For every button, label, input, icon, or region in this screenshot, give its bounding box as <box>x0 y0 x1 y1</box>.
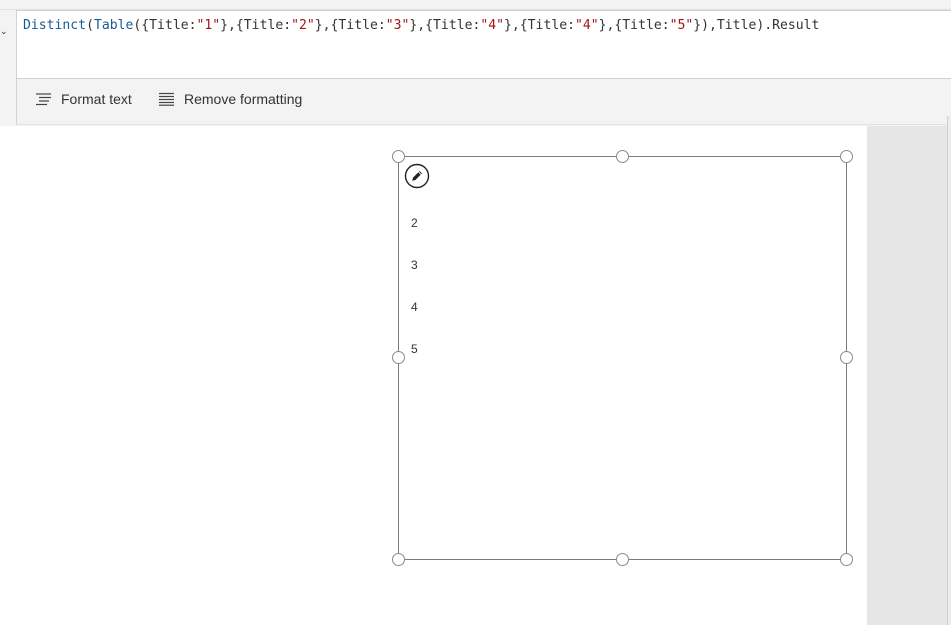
gallery-control[interactable] <box>398 156 847 560</box>
gallery-item[interactable]: 3 <box>411 258 418 272</box>
gallery-item[interactable]: 2 <box>411 216 418 230</box>
remove-formatting-icon <box>159 92 174 106</box>
formula-token-str: "1" <box>196 18 221 33</box>
formula-toolbar: Format text Remove formatting <box>16 79 951 125</box>
top-strip <box>0 0 951 10</box>
formula-token-str: "4" <box>574 18 599 33</box>
resize-handle-top-left[interactable] <box>392 150 405 163</box>
resize-handle-top-center[interactable] <box>616 150 629 163</box>
formula-token-punc: }),Title).Result <box>693 18 820 33</box>
format-text-label: Format text <box>61 91 132 107</box>
formula-input[interactable]: Distinct(Table({Title:"1"},{Title:"2"},{… <box>16 10 951 79</box>
formula-token-str: "3" <box>385 18 410 33</box>
resize-handle-middle-left[interactable] <box>392 351 405 364</box>
formula-token-punc: },{ <box>220 18 244 33</box>
formula-token-punc: ({ <box>133 18 150 33</box>
format-text-button[interactable]: Format text <box>35 88 132 110</box>
formula-token-fn: Distinct <box>23 18 87 33</box>
right-panel <box>867 126 951 625</box>
right-panel-edge <box>947 116 951 625</box>
formula-token-field: Title <box>433 18 473 33</box>
formula-token-field: Title <box>149 18 189 33</box>
formula-token-str: "5" <box>669 18 694 33</box>
formula-token-punc: : <box>283 18 292 33</box>
formula-token-punc: : <box>661 18 670 33</box>
formula-token-punc: },{ <box>409 18 434 33</box>
chevron-down-icon[interactable]: ⌄ <box>0 26 12 38</box>
format-text-icon <box>36 93 51 106</box>
resize-handle-bottom-left[interactable] <box>392 553 405 566</box>
gallery-item[interactable]: 4 <box>411 300 418 314</box>
formula-token-punc: ( <box>86 18 94 33</box>
remove-formatting-label: Remove formatting <box>184 91 303 107</box>
formula-token-field: Title <box>243 18 284 33</box>
formula-token-str: "2" <box>291 18 315 33</box>
formula-token-punc: },{ <box>598 18 623 33</box>
resize-handle-top-right[interactable] <box>840 150 853 163</box>
formula-text[interactable]: Distinct(Table({Title:"1"},{Title:"2"},{… <box>23 18 819 33</box>
resize-handle-bottom-right[interactable] <box>840 553 853 566</box>
resize-handle-bottom-center[interactable] <box>616 553 629 566</box>
formula-token-punc: },{ <box>504 18 528 33</box>
remove-formatting-button[interactable]: Remove formatting <box>158 88 302 110</box>
resize-handle-middle-right[interactable] <box>840 351 853 364</box>
formula-token-fn: Table <box>93 18 134 33</box>
formula-token-field: Title <box>338 18 378 33</box>
pencil-icon[interactable] <box>404 163 430 189</box>
formula-token-field: Title <box>622 18 662 33</box>
formula-token-str: "4" <box>480 18 505 33</box>
formula-token-punc: : <box>567 18 575 33</box>
formula-bar: ⌄ Distinct(Table({Title:"1"},{Title:"2"}… <box>0 10 951 126</box>
formula-token-punc: },{ <box>314 18 339 33</box>
gallery-item[interactable]: 5 <box>411 342 418 356</box>
formula-token-punc: : <box>377 18 386 33</box>
formula-token-field: Title <box>527 18 568 33</box>
